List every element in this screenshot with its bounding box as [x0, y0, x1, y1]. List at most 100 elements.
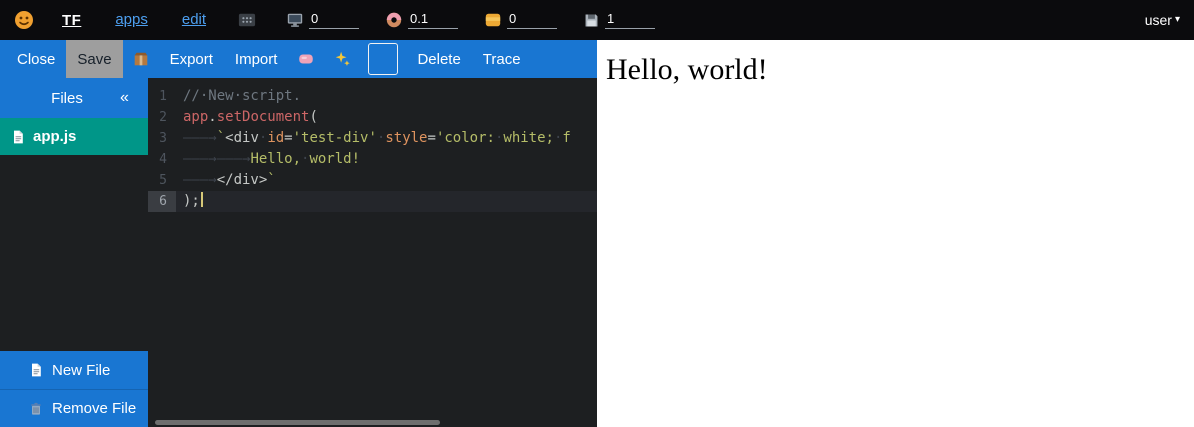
save-button[interactable]: Save: [66, 40, 122, 78]
code-token: `: [217, 130, 225, 146]
trash-icon: [28, 401, 44, 417]
disk-stat[interactable]: 1: [583, 11, 655, 29]
line-number: 1: [148, 86, 176, 107]
button-label: Close: [17, 51, 55, 68]
code-text: //·New·script.: [176, 86, 597, 107]
stat-value: 1: [605, 12, 655, 29]
sparkles-icon: [333, 50, 351, 68]
button-label: Import: [235, 51, 278, 68]
topbar: TF apps edit 0 0.1 0 1 user ▾: [0, 0, 1194, 40]
top-nav: apps edit: [81, 11, 206, 29]
code-text: ———→`<div·id='test-div'·style='color:·wh…: [176, 128, 597, 149]
code-token: ———→: [183, 151, 217, 167]
file-item-app.js[interactable]: app.js: [0, 118, 148, 155]
donut-stat[interactable]: 0.1: [385, 11, 458, 29]
code-line-5[interactable]: 5———→</div>`: [148, 170, 597, 191]
file-icon: [28, 362, 44, 378]
horizontal-scrollbar[interactable]: [155, 420, 440, 425]
files-header: Files «: [0, 78, 148, 118]
money-icon: [484, 11, 502, 29]
code-token: ———→: [183, 172, 217, 188]
stat-value: 0: [309, 12, 359, 29]
code-line-2[interactable]: 2app.setDocument(: [148, 107, 597, 128]
code-editor[interactable]: 1//·New·script.2app.setDocument(3———→`<d…: [148, 78, 597, 427]
action-label: New File: [52, 362, 110, 379]
line-number: 6: [148, 191, 176, 212]
sparkles-button[interactable]: [324, 40, 360, 78]
code-token: );: [183, 193, 200, 209]
soap-button[interactable]: [288, 40, 324, 78]
package-button[interactable]: [123, 40, 159, 78]
remove-file-button[interactable]: Remove File: [0, 389, 148, 427]
export-button[interactable]: Export: [159, 40, 224, 78]
action-label: Remove File: [52, 400, 136, 417]
brand-link[interactable]: TF: [62, 12, 81, 29]
editor-toolbar: Close Save Export Import Delete Trace: [0, 40, 597, 78]
sidebar-empty-area: [0, 155, 148, 351]
code-token: 'test-div': [293, 130, 377, 146]
code-token: white;: [503, 130, 554, 146]
close-button[interactable]: Close: [6, 40, 66, 78]
code-line-1[interactable]: 1//·New·script.: [148, 86, 597, 107]
code-line-3[interactable]: 3———→`<div·id='test-div'·style='color:·w…: [148, 128, 597, 149]
import-button[interactable]: Import: [224, 40, 289, 78]
code-token: app: [183, 109, 208, 125]
preview-text: Hello, world!: [597, 40, 1194, 87]
code-token: =: [284, 130, 292, 146]
delete-button[interactable]: Delete: [406, 40, 471, 78]
file-icon: [10, 129, 26, 145]
code-text: );: [176, 191, 597, 212]
monitor-stat[interactable]: 0: [286, 11, 359, 29]
line-number: 4: [148, 149, 176, 170]
app-root: TF apps edit 0 0.1 0 1 user ▾ Close Save Expor…: [0, 0, 1194, 427]
code-token: ———→: [217, 151, 251, 167]
nav-link-apps[interactable]: apps: [115, 11, 148, 28]
code-token: setDocument: [217, 109, 310, 125]
button-label: Delete: [417, 51, 460, 68]
file-actions: New File Remove File: [0, 351, 148, 427]
money-stat[interactable]: 0: [484, 11, 557, 29]
stat-value: 0: [507, 12, 557, 29]
soap-icon: [297, 50, 315, 68]
text-cursor: [201, 192, 203, 207]
code-lines: 1//·New·script.2app.setDocument(3———→`<d…: [148, 86, 597, 212]
button-label: Export: [170, 51, 213, 68]
app-preview: Hello, world!: [597, 40, 1194, 427]
code-token: </div>: [217, 172, 268, 188]
code-text: app.setDocument(: [176, 107, 597, 128]
code-token: id: [267, 130, 284, 146]
collapse-sidebar-button[interactable]: «: [120, 89, 148, 107]
line-number: 3: [148, 128, 176, 149]
code-text: ———→</div>`: [176, 170, 597, 191]
trace-button[interactable]: Trace: [472, 40, 532, 78]
smiley-logo-icon[interactable]: [14, 10, 34, 30]
code-line-6[interactable]: 6);: [148, 191, 597, 212]
nav-link-edit[interactable]: edit: [182, 11, 206, 28]
code-text: ———→———→Hello,·world!: [176, 149, 597, 170]
new-file-button[interactable]: New File: [0, 351, 148, 389]
code-token: 'color:: [436, 130, 495, 146]
line-number: 5: [148, 170, 176, 191]
file-name: app.js: [33, 128, 76, 145]
package-icon: [132, 50, 150, 68]
topbar-stats: 0 0.1 0 1: [286, 11, 655, 29]
code-token: ———→: [183, 130, 217, 146]
editor-pane: Close Save Export Import Delete Trace Files «…: [0, 40, 597, 427]
code-token: world!: [309, 151, 360, 167]
keypad-icon[interactable]: [238, 11, 256, 29]
user-menu-button[interactable]: user ▾: [1145, 12, 1180, 28]
monitor-icon: [286, 11, 304, 29]
code-token: .: [208, 109, 216, 125]
code-token: =: [428, 130, 436, 146]
main-area: Close Save Export Import Delete Trace Files «…: [0, 40, 1194, 427]
disk-icon: [583, 12, 600, 29]
code-token: style: [385, 130, 427, 146]
file-list: app.js: [0, 118, 148, 155]
blank-button[interactable]: [368, 43, 398, 75]
donut-icon: [385, 11, 403, 29]
chevron-down-icon: ▾: [1175, 15, 1180, 25]
button-label: Trace: [483, 51, 521, 68]
workspace: Files « app.js New File Remove File 1//·N…: [0, 78, 597, 427]
code-token: Hello,: [250, 151, 301, 167]
code-line-4[interactable]: 4———→———→Hello,·world!: [148, 149, 597, 170]
